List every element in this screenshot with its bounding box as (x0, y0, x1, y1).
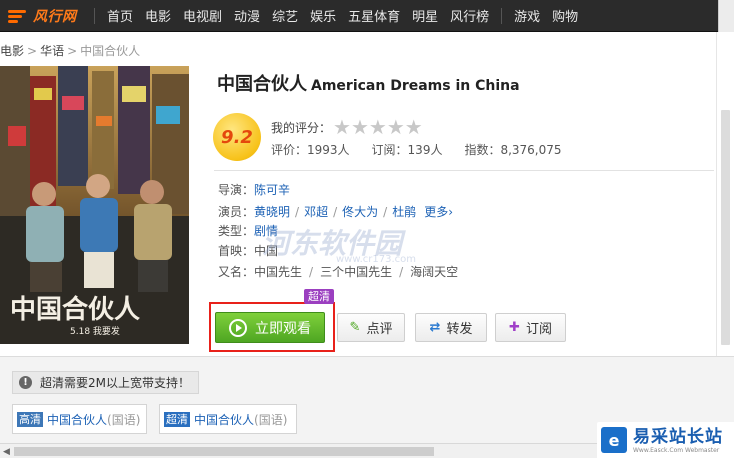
cast-link[interactable]: 佟大为 (342, 203, 378, 220)
hd-badge: 超清 (304, 289, 334, 304)
plus-icon: ✚ (509, 320, 520, 335)
breadcrumb-chinese[interactable]: 华语 (40, 44, 64, 58)
nav-item-home[interactable]: 首页 (101, 6, 139, 25)
star-icon[interactable]: ★ (333, 117, 351, 137)
alias-value: 海阔天空 (410, 265, 459, 279)
site-watermark: e 易采站长站 Www.Easck.Com Webmaster (597, 422, 734, 458)
horizontal-scrollbar-thumb[interactable] (14, 447, 434, 456)
cast-label: 演员： (218, 205, 255, 219)
movie-poster[interactable]: 中国合伙人 5.18 我要发 (0, 66, 189, 344)
watch-now-label: 立即观看 (255, 320, 311, 337)
alias-value: 中国先生 (254, 265, 303, 279)
scrollbar-thumb[interactable] (721, 110, 730, 345)
cast-link[interactable]: 邓超 (304, 203, 328, 220)
movie-title-en: American Dreams in China (311, 78, 520, 94)
bandwidth-notice-text: 超清需要2M以上宽带支持！ (40, 376, 190, 390)
episode-item[interactable]: 超清 中国合伙人 (国语) (159, 404, 297, 434)
movie-title: 中国合伙人 American Dreams in China (217, 70, 520, 96)
alias-label: 又名： (218, 265, 255, 279)
vertical-scrollbar[interactable] (716, 32, 734, 356)
cast-row: 演员： 黄晓明 / 邓超 / 佟大为 / 杜鹃 更多› (218, 203, 454, 220)
warning-icon: ! (19, 376, 32, 389)
nav-item-shopping[interactable]: 购物 (546, 6, 584, 25)
logo-text: 风行网 (33, 8, 77, 25)
episode-name: 中国合伙人 (47, 412, 108, 427)
breadcrumb-current: 中国合伙人 (80, 44, 141, 58)
divider (214, 170, 714, 171)
edit-icon: ✎ (349, 320, 361, 335)
nav-divider (94, 7, 95, 24)
my-rating: 我的评分： ★ ★ ★ ★ ★ (271, 117, 423, 137)
quality-badge: 高清 (17, 411, 43, 427)
logo-mark-icon (8, 9, 30, 23)
star-icon[interactable]: ★ (387, 117, 405, 137)
genre-label: 类型： (218, 224, 255, 238)
alias-value: 三个中国先生 (320, 265, 393, 279)
stat-reviews: 评价：1993人 (271, 143, 350, 157)
episode-lang: (国语) (107, 412, 141, 427)
site-watermark-logo-icon: e (601, 427, 627, 453)
share-label: 转发 (446, 322, 473, 337)
site-watermark-name: 易采站长站 (633, 426, 723, 447)
episode-lang: (国语) (254, 412, 288, 427)
star-icon[interactable]: ★ (405, 117, 423, 137)
nav-item-tv[interactable]: 电视剧 (177, 6, 228, 25)
release-label: 首映： (218, 244, 255, 258)
nav-item-sports[interactable]: 五星体育 (342, 6, 406, 25)
nav-scroll-edge (718, 0, 734, 32)
play-icon (229, 318, 247, 337)
director-link[interactable]: 陈可辛 (254, 181, 290, 198)
quality-badge: 超清 (164, 411, 190, 427)
nav-item-charts[interactable]: 风行榜 (444, 6, 495, 25)
rating-stars: ★ ★ ★ ★ ★ (333, 117, 423, 137)
score-badge: 9.2 (213, 113, 261, 161)
episode-name: 中国合伙人 (194, 412, 255, 427)
subscribe-label: 订阅 (525, 322, 552, 337)
nav-item-anime[interactable]: 动漫 (228, 6, 266, 25)
nav-item-games[interactable]: 游戏 (508, 6, 546, 25)
cast-link[interactable]: 黄晓明 (254, 203, 290, 220)
stat-index: 指数：8,376,075 (464, 143, 562, 157)
stat-subscriptions: 订阅：139人 (371, 143, 443, 157)
breadcrumb: 电影 > 华语 > 中国合伙人 (0, 44, 141, 58)
cast-more-link[interactable]: 更多› (424, 203, 453, 220)
review-label: 点评 (366, 322, 393, 337)
site-logo[interactable]: 风行网 (0, 0, 88, 32)
my-rating-label: 我的评分： (271, 120, 332, 135)
score-value: 9.2 (221, 126, 253, 148)
site-watermark-url: Www.Easck.Com Webmaster (633, 446, 720, 454)
svg-text:5.18 我要发: 5.18 我要发 (70, 325, 120, 337)
review-button[interactable]: ✎ 点评 (337, 313, 405, 342)
share-button[interactable]: ⇄ 转发 (415, 313, 487, 342)
nav-item-variety[interactable]: 综艺 (266, 6, 304, 25)
nav-divider (501, 7, 503, 24)
nav-item-stars[interactable]: 明星 (406, 6, 444, 25)
director-row: 导演： 陈可辛 (218, 181, 290, 198)
top-nav: 风行网 首页 电影 电视剧 动漫 综艺 娱乐 五星体育 明星 风行榜 游戏 购物 (0, 0, 734, 32)
page: 风行网 首页 电影 电视剧 动漫 综艺 娱乐 五星体育 明星 风行榜 游戏 购物… (0, 0, 734, 458)
repost-icon: ⇄ (429, 320, 441, 335)
nav-item-movies[interactable]: 电影 (139, 6, 177, 25)
subscribe-button[interactable]: ✚ 订阅 (495, 313, 566, 342)
cast-link[interactable]: 杜鹃 (392, 203, 416, 220)
bandwidth-notice: ! 超清需要2M以上宽带支持！ (12, 371, 199, 394)
director-label: 导演： (218, 183, 255, 197)
star-icon[interactable]: ★ (351, 117, 369, 137)
episode-item[interactable]: 高清 中国合伙人 (国语) (12, 404, 147, 434)
svg-text:中国合伙人: 中国合伙人 (10, 294, 140, 325)
scroll-left-icon[interactable]: ◀ (3, 447, 10, 457)
movie-stats: 评价：1993人 订阅：139人 指数：8,376,075 (271, 141, 584, 158)
overlay-watermark-url: www.cr173.com (336, 254, 417, 265)
watch-now-button[interactable]: 立即观看 (215, 312, 325, 343)
nav-item-entertainment[interactable]: 娱乐 (304, 6, 342, 25)
star-icon[interactable]: ★ (369, 117, 387, 137)
poster-image: 中国合伙人 5.18 我要发 (0, 66, 189, 344)
movie-title-cn: 中国合伙人 (217, 74, 307, 95)
breadcrumb-movies[interactable]: 电影 (0, 44, 24, 58)
alias-row: 又名： 中国先生 / 三个中国先生 / 海阔天空 (218, 264, 459, 280)
